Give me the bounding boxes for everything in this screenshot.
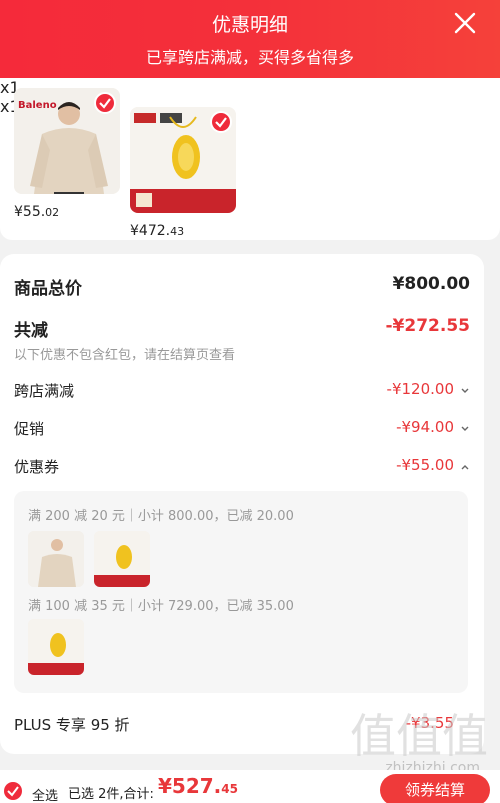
close-icon[interactable] [452,10,478,36]
total-price-value: ¥800.00 [392,274,470,294]
plus-discount-label: PLUS 专享 95 折 [14,716,130,734]
coupon-rule-2: 满 100 减 35 元｜小计 729.00，已减 35.00 [28,599,294,614]
cross-store-row[interactable]: 跨店满减 -¥120.00 [14,380,470,402]
selected-check-icon[interactable] [94,92,116,114]
select-all-check-icon[interactable] [4,782,22,800]
cross-store-value: -¥120.00 [386,380,454,398]
total-price-label: 商品总价 [14,279,82,299]
watermark-logo: 值值值 [350,709,488,763]
discount-note: 以下优惠不包含红包，请在结算页查看 [14,348,236,363]
promotion-label: 促销 [14,420,45,438]
coupon-detail-box: 满 200 减 20 元｜小计 800.00，已减 20.00 满 100 减 … [14,491,468,693]
coupon-value: -¥55.00 [396,456,454,474]
product-price: ¥55.02 [14,204,60,220]
discount-label: 共减 [14,321,48,341]
coupon-rule-1: 满 200 减 20 元｜小计 800.00，已减 20.00 [28,509,294,524]
promotion-row[interactable]: 促销 -¥94.00 [14,418,470,440]
grand-total: ¥527.45 [158,774,238,798]
page-title: 优惠明细 [211,14,288,36]
chevron-down-icon[interactable] [460,386,470,396]
price-summary-card: 商品总价 ¥800.00 共减 -¥272.55 以下优惠不包含红包，请在结算页… [0,254,484,754]
selected-count: 已选 2件,合计: [68,787,154,802]
thumb-sweater [28,531,84,587]
thumb-pendant [94,531,150,587]
chevron-up-icon[interactable] [460,462,470,472]
promotion-value: -¥94.00 [396,418,454,436]
coupon-label: 优惠券 [14,458,60,476]
coupon-row[interactable]: 优惠券 -¥55.00 [14,456,470,478]
brand-logo: Baleno [18,100,57,111]
product-price: ¥472.43 [130,223,185,239]
discount-value: -¥272.55 [385,316,471,336]
select-all-label[interactable]: 全选 [32,785,58,803]
thumb-pendant [28,619,84,675]
page-subtitle: 已享跨店满减，买得多省得多 [145,48,354,67]
chevron-down-icon[interactable] [460,424,470,434]
total-price-row: 商品总价 ¥800.00 [14,274,470,299]
products-card: Baleno ¥55.02 x1 ¥472.43 x1 [0,78,500,240]
selected-check-icon[interactable] [210,111,232,133]
discount-row: 共减 -¥272.55 [14,316,471,341]
cross-store-label: 跨店满减 [14,382,75,400]
checkout-button[interactable]: 领券结算 [380,774,490,803]
header-bar: 优惠明细 已享跨店满减，买得多省得多 [0,0,500,84]
bottom-bar: 全选 已选 2件,合计: ¥527.45 领券结算 [0,770,500,803]
